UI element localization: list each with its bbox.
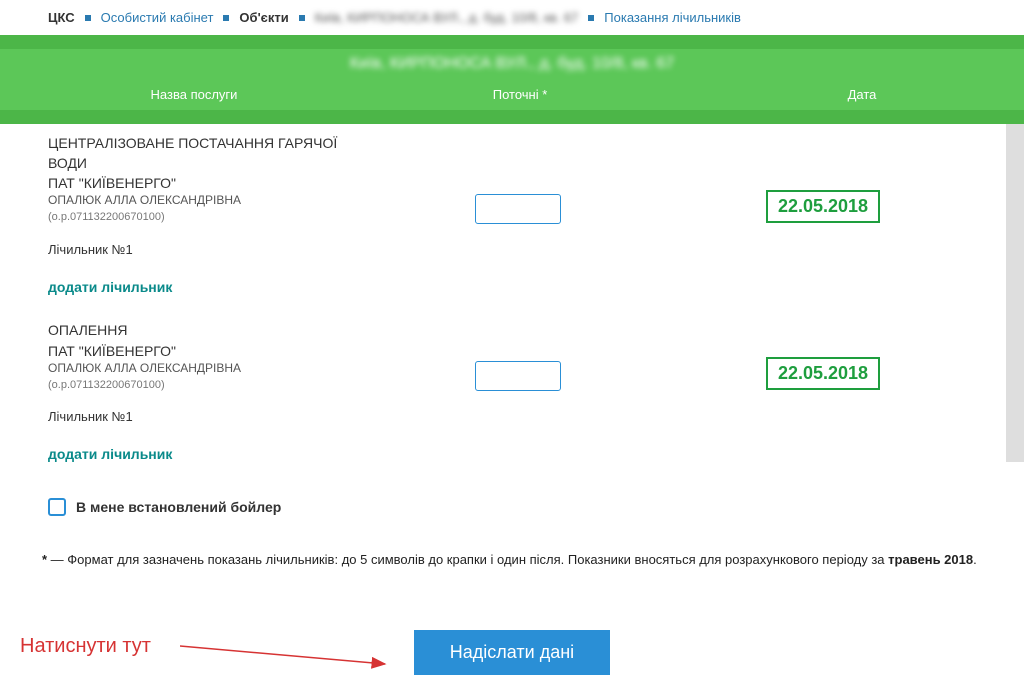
- footnote: * — Формат для зазначень показань лічиль…: [0, 526, 1024, 580]
- header-date: Дата: [700, 87, 1024, 102]
- header-service: Назва послуги: [0, 87, 340, 102]
- service-account: (о.р.071132200670100): [48, 211, 348, 223]
- boiler-checkbox-row: В мене встановлений бойлер: [0, 488, 1024, 526]
- service-person: ОПАЛЮК АЛЛА ОЛЕКСАНДРІВНА: [48, 193, 348, 207]
- action-row: Натиснути тут Надіслати дані: [0, 580, 1024, 695]
- footnote-text: — Формат для зазначень показань лічильни…: [47, 552, 888, 567]
- banner-address: Київ, КИРПОНОСА ВУЛ., д. буд. 10/8, кв. …: [350, 55, 674, 72]
- boiler-label: В мене встановлений бойлер: [76, 499, 281, 515]
- service-info: ОПАЛЕННЯ ПАТ "КИЇВЕНЕРГО" ОПАЛЮК АЛЛА ОЛ…: [48, 321, 348, 391]
- breadcrumb-sep-icon: [588, 15, 594, 21]
- service-person: ОПАЛЮК АЛЛА ОЛЕКСАНДРІВНА: [48, 361, 348, 375]
- header-current: Поточні *: [340, 87, 700, 102]
- meter-reading-input[interactable]: [475, 194, 561, 224]
- service-info: ЦЕНТРАЛІЗОВАНЕ ПОСТАЧАННЯ ГАРЯЧОЇ ВОДИ П…: [48, 134, 348, 223]
- footnote-dot: .: [973, 552, 977, 567]
- boiler-checkbox[interactable]: [48, 498, 66, 516]
- table-header: Назва послуги Поточні * Дата: [0, 79, 1024, 110]
- breadcrumb-sep-icon: [299, 15, 305, 21]
- meter-reading-input[interactable]: [475, 361, 561, 391]
- breadcrumb-objects[interactable]: Об'єкти: [239, 10, 288, 25]
- breadcrumb: ЦКС Особистий кабінет Об'єкти Київ, КИРП…: [0, 0, 1024, 35]
- service-block: ОПАЛЕННЯ ПАТ "КИЇВЕНЕРГО" ОПАЛЮК АЛЛА ОЛ…: [48, 321, 958, 462]
- service-account: (о.р.071132200670100): [48, 379, 348, 391]
- date-display: 22.05.2018: [766, 357, 880, 390]
- add-meter-link[interactable]: додати лічильник: [48, 279, 958, 295]
- service-name: ЦЕНТРАЛІЗОВАНЕ ПОСТАЧАННЯ ГАРЯЧОЇ ВОДИ: [48, 134, 348, 173]
- date-display: 22.05.2018: [766, 190, 880, 223]
- footnote-period: травень 2018: [888, 552, 973, 567]
- content-area: ЦЕНТРАЛІЗОВАНЕ ПОСТАЧАННЯ ГАРЯЧОЇ ВОДИ П…: [0, 124, 1024, 462]
- meter-label: Лічильник №1: [48, 409, 958, 424]
- arrow-icon: [180, 636, 400, 676]
- breadcrumb-root[interactable]: ЦКС: [48, 10, 75, 25]
- address-banner: Київ, КИРПОНОСА ВУЛ., д. буд. 10/8, кв. …: [0, 35, 1024, 124]
- submit-button[interactable]: Надіслати дані: [414, 630, 610, 675]
- service-name: ОПАЛЕННЯ: [48, 321, 348, 341]
- annotation-text: Натиснути тут: [20, 635, 151, 658]
- add-meter-link[interactable]: додати лічильник: [48, 446, 958, 462]
- meter-label: Лічильник №1: [48, 242, 958, 257]
- breadcrumb-sep-icon: [85, 15, 91, 21]
- breadcrumb-cabinet[interactable]: Особистий кабінет: [101, 10, 214, 25]
- service-company: ПАТ "КИЇВЕНЕРГО": [48, 343, 348, 359]
- breadcrumb-address[interactable]: Київ, КИРПОНОСА ВУЛ., д. буд. 10/8, кв. …: [315, 10, 579, 25]
- breadcrumb-meters[interactable]: Показання лічильників: [604, 10, 741, 25]
- breadcrumb-sep-icon: [223, 15, 229, 21]
- service-company: ПАТ "КИЇВЕНЕРГО": [48, 175, 348, 191]
- service-block: ЦЕНТРАЛІЗОВАНЕ ПОСТАЧАННЯ ГАРЯЧОЇ ВОДИ П…: [48, 134, 958, 295]
